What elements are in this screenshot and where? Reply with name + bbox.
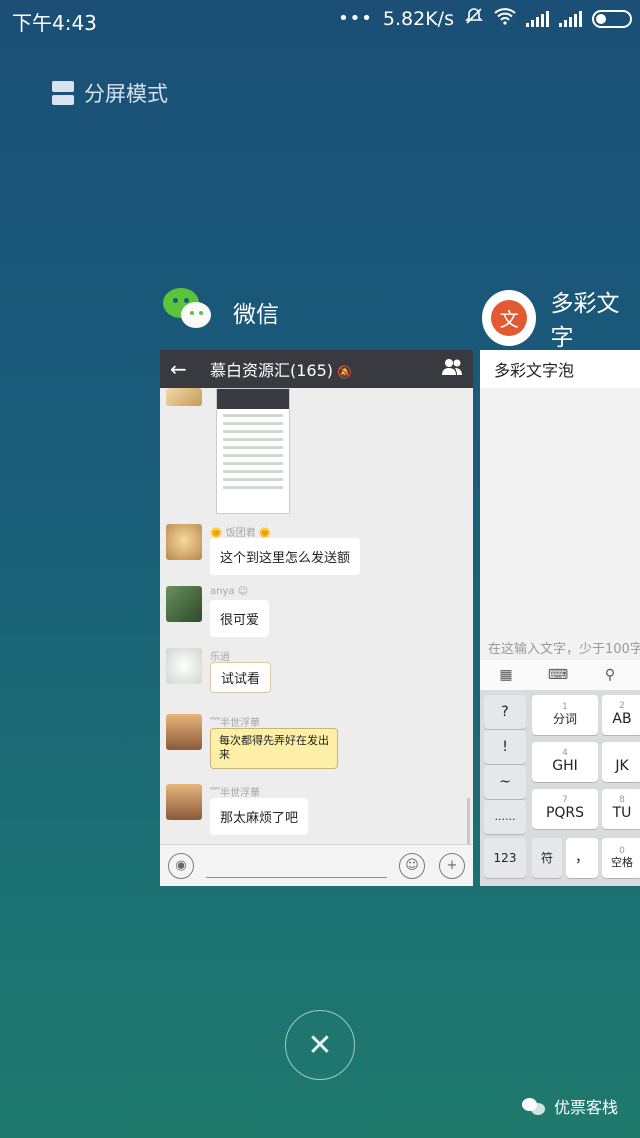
- chat-header: ← 慕白资源汇(165) 🔕: [160, 350, 473, 388]
- key-space[interactable]: 0 空格: [602, 838, 640, 878]
- app-name-duocai: 多彩文字: [550, 291, 620, 351]
- wifi-icon: [494, 7, 516, 30]
- avatar: [166, 586, 202, 622]
- wechat-official-account-icon: [521, 1096, 546, 1116]
- key-comma[interactable]: ，: [566, 838, 598, 878]
- chat-message: 乐逍 试试看: [166, 648, 272, 693]
- chat-message: 🌞 饭团君 🌞 这个到这里怎么发送额: [166, 524, 361, 575]
- key-4[interactable]: 4 GHI: [532, 742, 598, 782]
- chat-message: ﹌半世浮華 每次都得先弄好在发出来: [166, 714, 338, 769]
- key-123[interactable]: 123: [484, 838, 526, 878]
- chat-message: ﹌半世浮華 那太麻烦了吧: [166, 784, 309, 835]
- duocai-app-icon: 文: [482, 290, 537, 346]
- message-bubble: 试试看: [210, 662, 272, 693]
- voice-icon[interactable]: ◉: [168, 852, 194, 879]
- sender-name: 乐逍: [210, 652, 230, 663]
- sender-name: ﹌半世浮華: [210, 788, 260, 799]
- more-dots-icon: •••: [338, 8, 373, 29]
- keyboard-toolbar: ▦ ⌨ ⚲: [480, 660, 640, 690]
- chat-title: 慕白资源汇(165) 🔕: [210, 361, 352, 380]
- text-input-placeholder[interactable]: 在这输入文字，少于100字: [488, 638, 640, 657]
- grid-icon[interactable]: ▦: [480, 667, 532, 683]
- recent-card-wechat[interactable]: ← 慕白资源汇(165)🔕 🌞 饭团君 🌞 这个到这里怎么发送额 anya ☺: [160, 350, 473, 886]
- key-7[interactable]: 7 PQRS: [532, 789, 598, 829]
- key-exclamation[interactable]: !: [484, 730, 526, 764]
- key-1[interactable]: 1 分词: [532, 695, 598, 735]
- recent-card-duocai[interactable]: 多彩文字泡 在这输入文字，少于100字 ▦ ⌨ ⚲ ? ! ~ ...... 1…: [480, 350, 640, 886]
- signal-icon: [526, 10, 549, 27]
- mute-icon: [464, 6, 484, 31]
- avatar: [166, 784, 202, 820]
- app-header-wechat[interactable]: 微信: [163, 288, 279, 336]
- message-bubble: 每次都得先弄好在发出来: [210, 728, 338, 769]
- key-question[interactable]: ?: [484, 695, 526, 729]
- avatar: [166, 648, 202, 684]
- wechat-icon: [163, 288, 215, 336]
- key-symbol[interactable]: 符: [532, 838, 562, 878]
- close-all-button[interactable]: ✕: [285, 1010, 355, 1080]
- back-arrow-icon[interactable]: ←: [170, 357, 210, 381]
- app-header-duocai[interactable]: 文 多彩文字: [482, 284, 640, 352]
- message-bubble: 很可爱: [210, 600, 270, 637]
- chat-message: anya ☺ 很可爱: [166, 586, 270, 637]
- mute-icon: 🔕: [337, 365, 352, 379]
- avatar: [166, 524, 202, 560]
- split-screen-button[interactable]: 分屏模式: [52, 78, 168, 108]
- chat-messages[interactable]: 🌞 饭团君 🌞 这个到这里怎么发送额 anya ☺ 很可爱 乐逍 试试看 ﹌半世…: [160, 388, 473, 886]
- network-speed: 5.82K/s: [382, 7, 454, 30]
- sender-name: 🌞 饭团君 🌞: [210, 528, 272, 539]
- shared-screenshot[interactable]: [216, 388, 290, 514]
- status-bar: 下午4:43 ••• 5.82K/s: [0, 0, 640, 36]
- chat-input-bar: ◉ ☺ +: [160, 844, 473, 886]
- battery-icon: [592, 9, 632, 28]
- watermark: 优票客栈: [521, 1094, 618, 1118]
- key-8[interactable]: 8 TU: [602, 789, 640, 829]
- search-icon[interactable]: ⚲: [584, 667, 636, 683]
- message-input[interactable]: [206, 854, 387, 878]
- split-screen-label: 分屏模式: [84, 82, 168, 106]
- duocai-title: 多彩文字泡: [480, 350, 640, 388]
- sender-name: anya ☺: [210, 586, 249, 597]
- plus-icon[interactable]: +: [439, 852, 465, 879]
- key-tilde[interactable]: ~: [484, 765, 526, 799]
- avatar: [166, 388, 202, 406]
- emoji-icon[interactable]: ☺: [399, 852, 425, 879]
- message-bubble: 这个到这里怎么发送额: [210, 538, 361, 575]
- app-name-wechat: 微信: [233, 302, 279, 328]
- group-members-icon[interactable]: [441, 358, 463, 380]
- keyboard-icon[interactable]: ⌨: [532, 667, 584, 683]
- chat-message: [166, 388, 290, 514]
- avatar: [166, 714, 202, 750]
- split-screen-icon: [52, 81, 74, 105]
- sender-name: ﹌半世浮華: [210, 718, 260, 729]
- key-5[interactable]: JK: [602, 742, 640, 782]
- status-time: 下午4:43: [12, 11, 97, 35]
- keyboard: ? ! ~ ...... 1 分词 2 AB 4 GHI JK 7 PQRS 8 TU 1…: [480, 690, 640, 886]
- status-icons: ••• 5.82K/s: [338, 6, 632, 31]
- close-icon: ✕: [307, 1027, 333, 1063]
- signal-icon: [559, 10, 582, 27]
- watermark-text: 优票客栈: [553, 1098, 618, 1117]
- key-ellipsis[interactable]: ......: [484, 800, 526, 834]
- key-2[interactable]: 2 AB: [602, 695, 640, 735]
- message-bubble: 那太麻烦了吧: [210, 798, 309, 835]
